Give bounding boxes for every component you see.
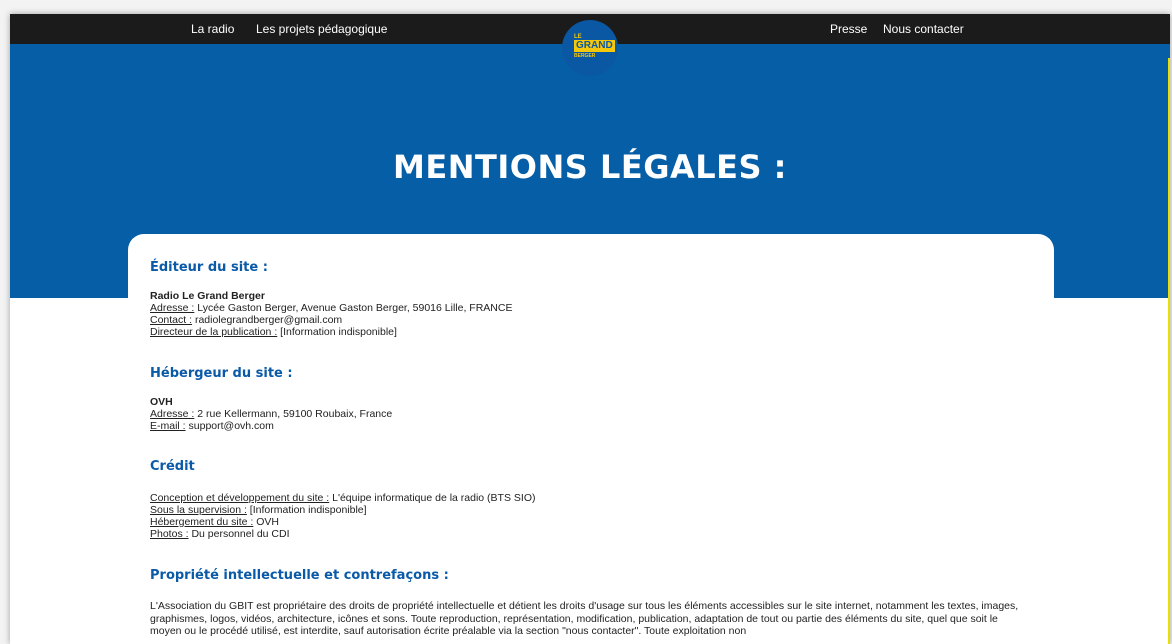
page: La radio Les projets pédagogique Presse … bbox=[10, 14, 1170, 644]
hebergeur-adresse-value: 2 rue Kellermann, 59100 Roubaix, France bbox=[194, 408, 393, 420]
nav-link-presse[interactable]: Presse bbox=[830, 14, 867, 44]
editeur-adresse-label[interactable]: Adresse : bbox=[150, 302, 194, 314]
nav-link-projets-pedagogique[interactable]: Les projets pédagogique bbox=[256, 14, 387, 44]
section-title-editeur: Éditeur du site : bbox=[150, 260, 268, 275]
editeur-directeur-label[interactable]: Directeur de la publication : bbox=[150, 326, 277, 338]
credit-conception-value: L'équipe informatique de la radio (BTS S… bbox=[329, 492, 536, 504]
credit-supervision-label[interactable]: Sous la supervision : bbox=[150, 504, 247, 516]
page-title: MENTIONS LÉGALES : bbox=[393, 148, 787, 186]
editeur-directeur-row: Directeur de la publication : [Informati… bbox=[150, 326, 512, 338]
site-logo[interactable]: LE GRAND BERGER bbox=[562, 20, 618, 76]
editeur-name: Radio Le Grand Berger bbox=[150, 290, 265, 302]
credit-hebergement-value: OVH bbox=[253, 516, 279, 528]
editeur-adresse-value: Lycée Gaston Berger, Avenue Gaston Berge… bbox=[194, 302, 513, 314]
nav-link-la-radio[interactable]: La radio bbox=[191, 14, 234, 44]
content-card: Éditeur du site : Radio Le Grand Berger … bbox=[128, 234, 1054, 644]
editeur-contact-label[interactable]: Contact : bbox=[150, 314, 192, 326]
logo-text-grand: GRAND bbox=[574, 40, 615, 52]
hebergeur-block: OVH Adresse : 2 rue Kellermann, 59100 Ro… bbox=[150, 396, 392, 432]
editeur-block: Radio Le Grand Berger Adresse : Lycée Ga… bbox=[150, 290, 512, 338]
credit-photos-label[interactable]: Photos : bbox=[150, 528, 189, 540]
hebergeur-email-label[interactable]: E-mail : bbox=[150, 420, 186, 432]
section-title-hebergeur: Hébergeur du site : bbox=[150, 366, 293, 381]
credit-conception-row: Conception et développement du site : L'… bbox=[150, 492, 535, 504]
section-title-credit: Crédit bbox=[150, 459, 195, 474]
hebergeur-adresse-row: Adresse : 2 rue Kellermann, 59100 Roubai… bbox=[150, 408, 392, 420]
nav-link-nous-contacter[interactable]: Nous contacter bbox=[883, 14, 964, 44]
credit-supervision-value: [Information indisponible] bbox=[246, 504, 367, 516]
credit-photos-value: Du personnel du CDI bbox=[188, 528, 290, 540]
logo-text-berger: BERGER bbox=[574, 53, 596, 59]
hebergeur-name: OVH bbox=[150, 396, 173, 408]
propriete-paragraph: L'Association du GBIT est propriétaire d… bbox=[150, 600, 1019, 637]
credit-photos-row: Photos : Du personnel du CDI bbox=[150, 528, 535, 540]
editeur-adresse-row: Adresse : Lycée Gaston Berger, Avenue Ga… bbox=[150, 302, 512, 314]
hebergeur-email-row: E-mail : support@ovh.com bbox=[150, 420, 392, 432]
right-edge-accent bbox=[1168, 58, 1170, 644]
credit-hebergement-label[interactable]: Hébergement du site : bbox=[150, 516, 253, 528]
logo-mark: LE GRAND BERGER bbox=[572, 34, 615, 62]
credit-hebergement-row: Hébergement du site : OVH bbox=[150, 516, 535, 528]
credit-supervision-row: Sous la supervision : [Information indis… bbox=[150, 504, 535, 516]
editeur-directeur-value: [Information indisponible] bbox=[277, 326, 397, 338]
credit-block: Conception et développement du site : L'… bbox=[150, 492, 535, 540]
hebergeur-adresse-label[interactable]: Adresse : bbox=[150, 408, 194, 420]
editeur-contact-row: Contact : radiolegrandberger@gmail.com bbox=[150, 314, 512, 326]
credit-conception-label[interactable]: Conception et développement du site : bbox=[150, 492, 329, 504]
hebergeur-email-value: support@ovh.com bbox=[185, 420, 274, 432]
editeur-contact-value: radiolegrandberger@gmail.com bbox=[192, 314, 343, 326]
section-title-propriete: Propriété intellectuelle et contrefaçons… bbox=[150, 568, 449, 583]
